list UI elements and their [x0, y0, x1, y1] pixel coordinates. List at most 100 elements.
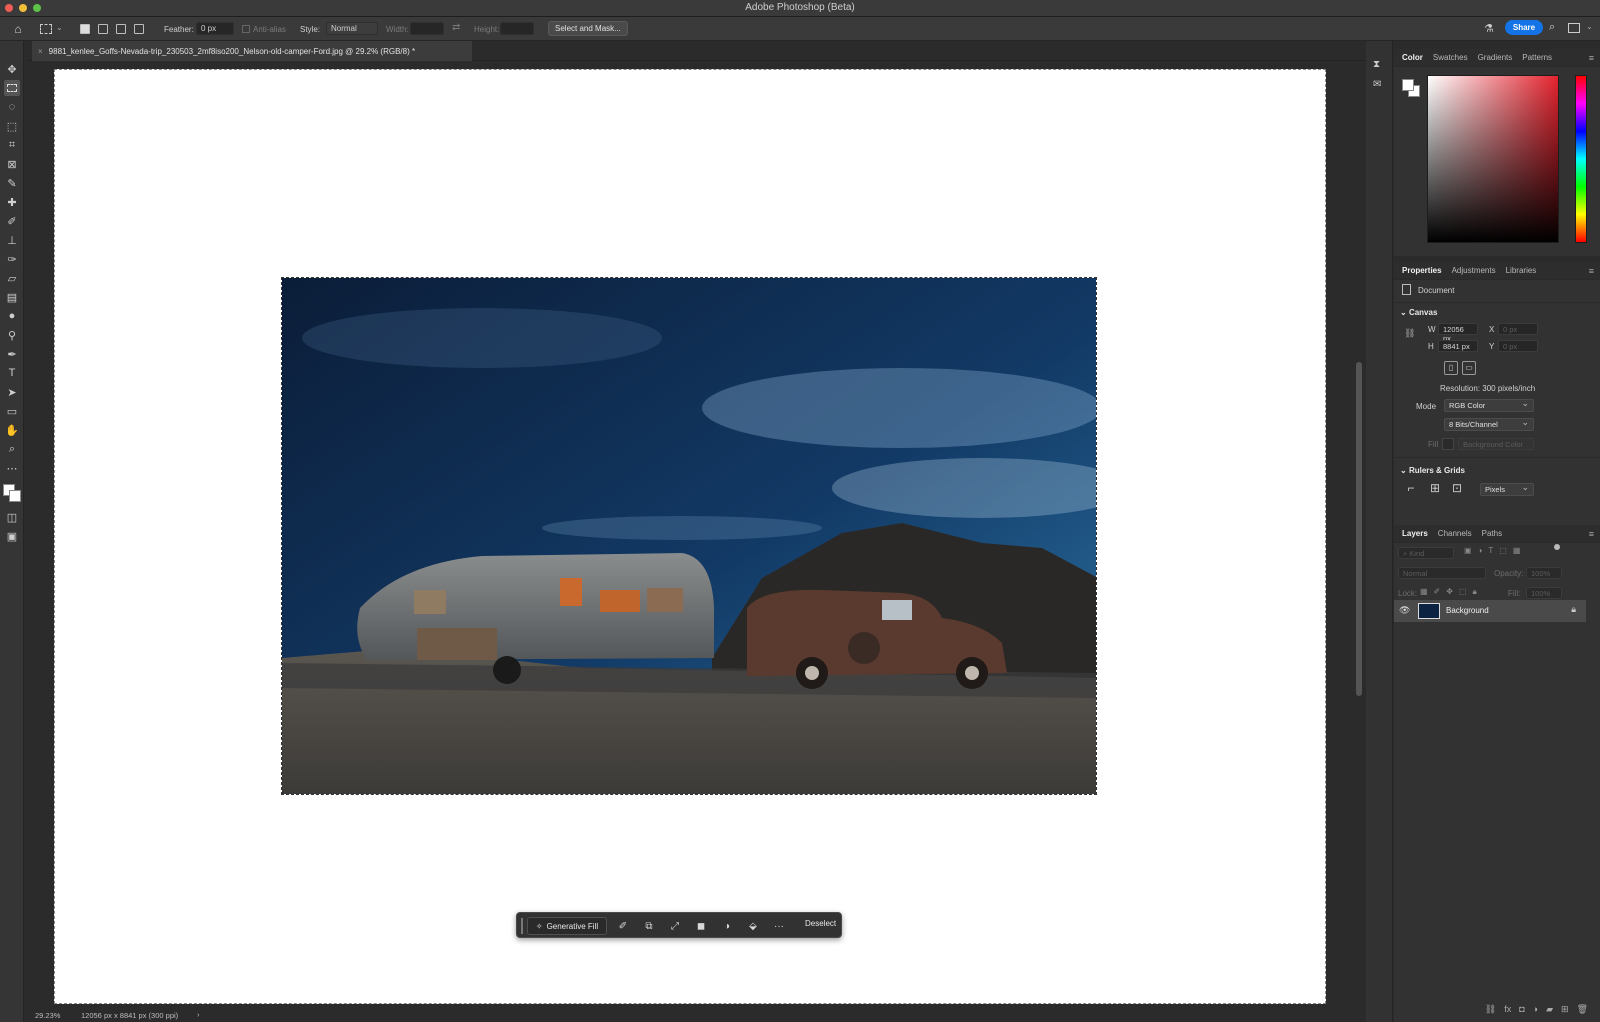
- home-icon[interactable]: ⌂: [10, 21, 26, 37]
- tab-libraries[interactable]: Libraries: [1504, 266, 1545, 275]
- canvas-area[interactable]: [25, 62, 1353, 1009]
- anti-alias-checkbox[interactable]: [242, 25, 250, 33]
- x-input[interactable]: 0 px: [1498, 323, 1538, 335]
- status-menu-arrow[interactable]: ›: [197, 1010, 200, 1019]
- path-selection-tool-icon[interactable]: ➤: [4, 384, 20, 400]
- eye-icon[interactable]: 👁︎: [1399, 605, 1410, 616]
- new-layer-icon[interactable]: ⊞: [1561, 1004, 1569, 1018]
- workspace-icon[interactable]: [1568, 23, 1580, 33]
- y-input[interactable]: 0 px: [1498, 340, 1538, 352]
- vertical-scrollbar[interactable]: [1353, 62, 1366, 1009]
- units-select[interactable]: Pixels: [1480, 482, 1534, 496]
- history-panel-icon[interactable]: ⧗: [1373, 59, 1380, 70]
- canvas-height-input[interactable]: 8841 px: [1438, 340, 1478, 352]
- screen-mode-icon[interactable]: ▣: [4, 528, 20, 544]
- intersect-selection-icon[interactable]: [134, 24, 144, 34]
- chevron-down-icon[interactable]: ⌄: [56, 23, 63, 32]
- tab-gradients[interactable]: Gradients: [1476, 53, 1521, 62]
- color-picker-field[interactable]: [1427, 75, 1559, 243]
- layer-filter-icons[interactable]: ▣◑T⬚▦: [1464, 546, 1526, 555]
- properties-menu-icon[interactable]: ≡: [1589, 266, 1594, 276]
- rulers-grids-section-header[interactable]: ⌄ Rulers & Grids: [1400, 466, 1465, 475]
- adjustment-icon[interactable]: ◑: [1533, 1004, 1538, 1018]
- tab-channels[interactable]: Channels: [1436, 529, 1480, 538]
- taskbar-grip-handle[interactable]: [521, 918, 523, 934]
- landscape-orientation-icon[interactable]: ▭: [1462, 361, 1476, 375]
- layers-menu-icon[interactable]: ≡: [1589, 529, 1594, 539]
- type-tool-icon[interactable]: T: [4, 365, 20, 381]
- zoom-tool-icon[interactable]: ⌕: [4, 441, 20, 457]
- mode-select[interactable]: RGB Color: [1444, 398, 1534, 412]
- workspace-chevron-icon[interactable]: ⌄: [1586, 22, 1593, 31]
- hand-tool-icon[interactable]: ✋: [4, 422, 20, 438]
- comments-panel-icon[interactable]: ✉: [1373, 79, 1381, 90]
- tab-layers[interactable]: Layers: [1400, 529, 1436, 538]
- height-input[interactable]: [500, 22, 534, 35]
- select-and-mask-button[interactable]: Select and Mask...: [548, 21, 628, 36]
- swap-icon[interactable]: ⇄: [452, 22, 460, 33]
- blend-mode-select[interactable]: Normal: [1398, 567, 1486, 579]
- history-brush-tool-icon[interactable]: ✑: [4, 251, 20, 267]
- feather-input[interactable]: 0 px: [196, 22, 234, 35]
- photo-selection[interactable]: [281, 277, 1097, 795]
- background-color-swatch[interactable]: [9, 490, 21, 502]
- tab-color[interactable]: Color: [1400, 53, 1431, 62]
- fx-icon[interactable]: fx: [1504, 1004, 1511, 1018]
- style-select[interactable]: Normal: [326, 22, 378, 35]
- invert-selection-icon[interactable]: ⧉: [641, 918, 657, 934]
- frame-tool-icon[interactable]: ⊠: [4, 156, 20, 172]
- transform-selection-icon[interactable]: ⤢: [667, 918, 683, 934]
- modify-selection-icon[interactable]: ✐: [615, 918, 631, 934]
- close-tab-icon[interactable]: ×: [38, 47, 43, 56]
- canvas-section-header[interactable]: ⌄ Canvas: [1400, 308, 1437, 317]
- eraser-tool-icon[interactable]: ▱: [4, 270, 20, 286]
- vertical-scroll-thumb[interactable]: [1356, 362, 1362, 696]
- new-selection-icon[interactable]: [80, 24, 90, 34]
- canvas-width-input[interactable]: 12056 px: [1438, 323, 1478, 343]
- document-tab[interactable]: × 9881_kenlee_Goffs-Nevada-trip_230503_2…: [32, 41, 472, 61]
- tab-patterns[interactable]: Patterns: [1520, 53, 1560, 62]
- lock-options-icons[interactable]: ▦✐✥⬚🔒︎: [1420, 587, 1483, 597]
- tab-swatches[interactable]: Swatches: [1431, 53, 1476, 62]
- tab-adjustments[interactable]: Adjustments: [1450, 266, 1504, 275]
- folder-icon[interactable]: ▰: [1546, 1004, 1553, 1018]
- foreground-color-chip[interactable]: [1402, 79, 1414, 91]
- deselect-button[interactable]: Deselect: [805, 919, 836, 928]
- generative-fill-button[interactable]: ✧ Generative Fill: [527, 917, 607, 935]
- lasso-tool-icon[interactable]: ◌: [4, 99, 20, 115]
- panel-menu-icon[interactable]: ≡: [1589, 53, 1594, 63]
- adjustment-layer-icon[interactable]: ◑: [719, 918, 735, 934]
- brush-tool-icon[interactable]: ✐: [4, 213, 20, 229]
- share-button[interactable]: Share: [1505, 20, 1543, 35]
- crop-tool-icon[interactable]: ⌗: [4, 137, 20, 153]
- zoom-level[interactable]: 29.23%: [35, 1011, 60, 1020]
- width-input[interactable]: [410, 22, 444, 35]
- hue-slider[interactable]: [1575, 75, 1587, 243]
- fill-opacity-input[interactable]: 100%: [1526, 587, 1562, 599]
- rectangle-tool-icon[interactable]: ▭: [4, 403, 20, 419]
- portrait-orientation-icon[interactable]: ▯: [1444, 361, 1458, 375]
- fill-selection-icon[interactable]: ⬙: [745, 918, 761, 934]
- link-icon[interactable]: ⛓: [1485, 1004, 1496, 1018]
- lock-icon[interactable]: 🔒︎: [1571, 604, 1576, 615]
- marquee-preset-icon[interactable]: [40, 24, 52, 34]
- clone-stamp-tool-icon[interactable]: ⊥: [4, 232, 20, 248]
- flask-icon[interactable]: ⚗: [1484, 22, 1494, 35]
- mask-icon[interactable]: ◘: [1519, 1004, 1524, 1018]
- layer-row[interactable]: 👁︎ Background 🔒︎: [1394, 600, 1586, 622]
- grid-icon[interactable]: ⊞: [1428, 482, 1442, 496]
- more-options-icon[interactable]: ···: [771, 918, 787, 934]
- subtract-selection-icon[interactable]: [116, 24, 126, 34]
- dodge-tool-icon[interactable]: ⚲: [4, 327, 20, 343]
- filter-toggle-icon[interactable]: [1554, 544, 1560, 550]
- layer-name[interactable]: Background: [1446, 606, 1489, 615]
- healing-brush-tool-icon[interactable]: ✚: [4, 194, 20, 210]
- marquee-tool-icon[interactable]: [4, 80, 20, 96]
- tab-properties[interactable]: Properties: [1400, 266, 1450, 275]
- add-selection-icon[interactable]: [98, 24, 108, 34]
- ruler-icon[interactable]: ⌐: [1404, 482, 1418, 496]
- move-tool-icon[interactable]: ✥: [4, 61, 20, 77]
- gradient-tool-icon[interactable]: ▤: [4, 289, 20, 305]
- blur-tool-icon[interactable]: ●: [4, 308, 20, 324]
- layer-filter-input[interactable]: ⌕ Kind: [1398, 547, 1454, 559]
